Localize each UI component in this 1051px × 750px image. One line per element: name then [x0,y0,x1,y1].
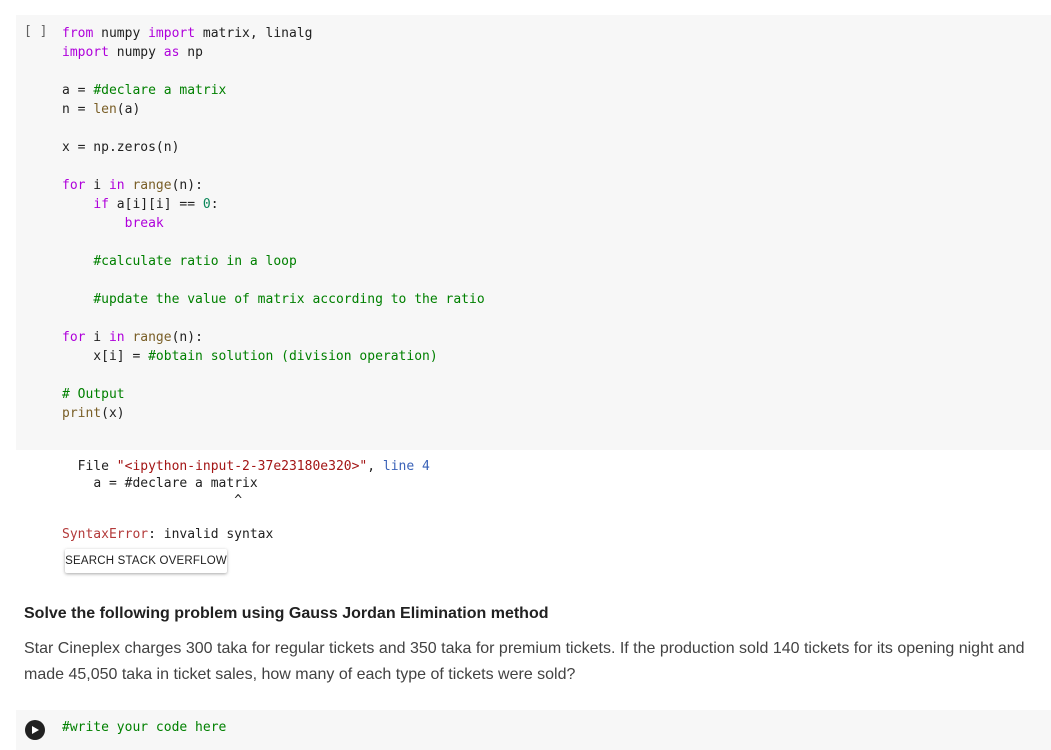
code-line: #update the value of matrix according to… [93,292,485,307]
code-line: if a[i][i] == 0: [93,197,219,212]
code-line: from numpy import matrix, linalg [62,26,313,41]
code-line: x = np.zeros(n) [62,140,180,155]
error-message: : invalid syntax [148,527,274,542]
code-line: a = #declare a matrix [62,83,227,98]
cell-output: File "<ipython-input-2-37e23180e320>", l… [62,459,430,542]
traceback-code-echo: a = #declare a matrix [93,476,258,491]
cell-run-indicator[interactable]: [ ] [24,24,47,39]
play-icon [32,726,39,734]
text-cell-paragraph: Star Cineplex charges 300 taka for regul… [24,640,1025,683]
search-stack-overflow-button[interactable]: SEARCH STACK OVERFLOW [65,549,227,573]
traceback-line-number: 4 [422,459,430,474]
error-name: SyntaxError [62,527,149,542]
code-line: for i in range(n): [62,330,203,345]
code-line: import numpy as np [62,45,203,60]
traceback-file-label: File [77,459,109,474]
run-cell-button[interactable] [25,720,45,740]
code-line: for i in range(n): [62,178,203,193]
traceback-line-label: line [382,459,415,474]
code-line: n = len(a) [62,102,141,117]
code-line: x[i] = #obtain solution (division operat… [62,349,438,364]
traceback-caret: ^ [234,493,243,508]
code-editor-2[interactable]: #write your code here [62,720,226,735]
code-line: break [124,216,164,231]
code-editor[interactable]: from numpy import matrix, linalg import n… [62,24,485,423]
text-cell-heading: Solve the following problem using Gauss … [24,605,549,622]
traceback-file-path: "<ipython-input-2-37e23180e320>" [116,459,368,474]
code-line: print(x) [62,406,125,421]
code-line: # Output [62,387,125,402]
code-line: #calculate ratio in a loop [93,254,297,269]
